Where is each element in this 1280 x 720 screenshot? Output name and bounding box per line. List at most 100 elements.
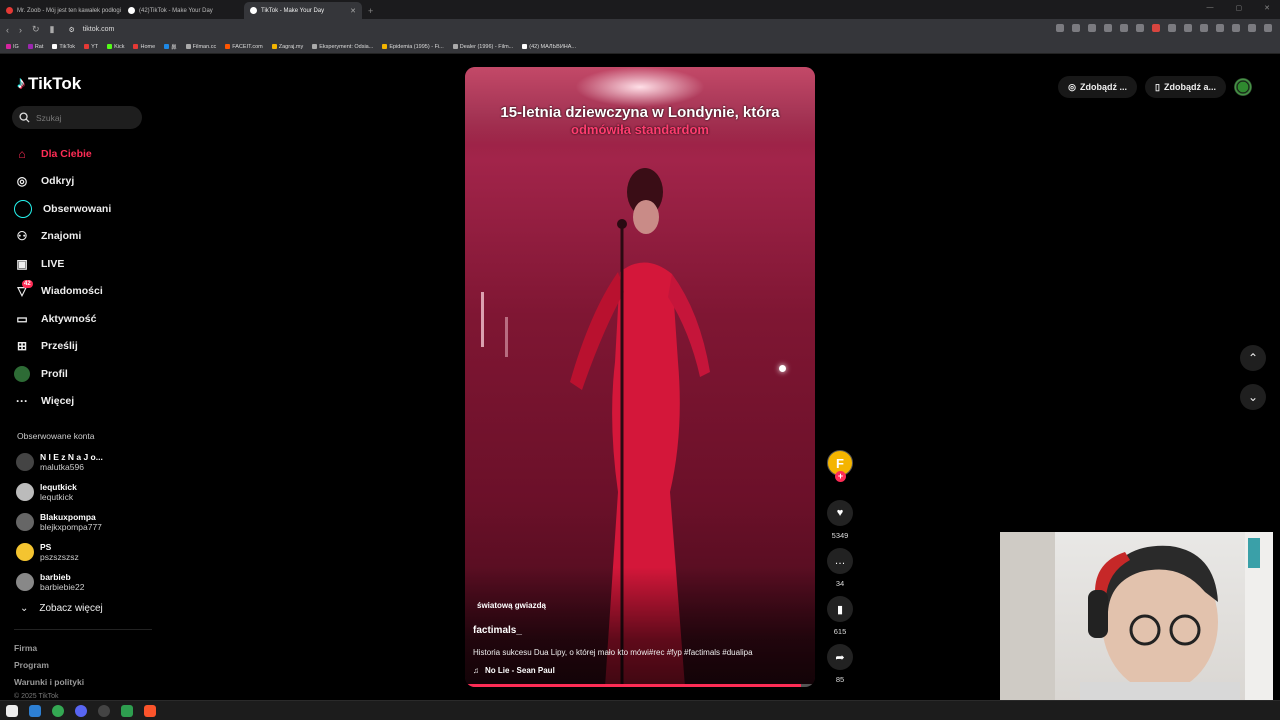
share-button[interactable]: ➦ — [827, 644, 853, 670]
followed-account[interactable]: N I E z N a J o... malutka596 — [16, 452, 156, 472]
followed-account[interactable]: lequtkick lequtkick — [16, 482, 156, 502]
bookmark-item[interactable]: Rat — [27, 44, 43, 50]
nav-item-aktywnosc[interactable]: ▭ Aktywność — [14, 305, 164, 333]
stage-beam — [481, 292, 484, 347]
site-info-icon[interactable]: ⚙ — [69, 26, 75, 34]
menu-icon[interactable] — [1264, 24, 1272, 32]
chrome-icon[interactable] — [52, 704, 64, 717]
minimize-icon[interactable]: — — [1207, 4, 1214, 12]
more-icon: ··· — [16, 394, 28, 409]
forward-icon[interactable]: › — [19, 25, 22, 35]
video-actions: F + ♥ 5349 … 34 ▮ 615 ➦ 85 — [824, 450, 856, 692]
extension-icon[interactable] — [1072, 24, 1080, 32]
zoom-icon[interactable] — [1104, 24, 1112, 32]
video-player[interactable]: 15-letnia dziewczyna w Londynie, która o… — [465, 67, 815, 687]
bookmark-item[interactable]: Home — [133, 44, 155, 50]
app-icon[interactable] — [121, 704, 133, 717]
bookmark-icon — [382, 44, 388, 49]
footer-link-program[interactable]: Program — [14, 660, 49, 670]
bookmark-item[interactable]: ⿐ — [164, 43, 177, 51]
bookmark-item[interactable]: Epidemia (1995) - Fi... — [382, 44, 444, 50]
phone-icon: ▯ — [1155, 81, 1160, 92]
share-icon[interactable] — [1120, 24, 1128, 32]
followed-account[interactable]: Blakuxpompa blejkxpompa777 — [16, 512, 156, 532]
video-progress-fill — [465, 684, 801, 687]
back-icon[interactable]: ‹ — [6, 25, 9, 35]
tiktok-logo[interactable]: ♪ TikTok — [17, 74, 81, 94]
close-window-icon[interactable]: ✕ — [1264, 4, 1270, 12]
extension-icon[interactable] — [1136, 24, 1144, 32]
extension-icon[interactable] — [1168, 24, 1176, 32]
user-avatar[interactable] — [1234, 78, 1252, 96]
bookmark-item[interactable]: (42) МАЛЬВИНА... — [522, 44, 576, 50]
divider — [14, 629, 152, 630]
save-count: 615 — [833, 627, 847, 636]
bookmark-icon — [185, 44, 191, 49]
brave-shield-icon[interactable] — [1152, 24, 1160, 32]
bookmark-icon — [225, 44, 231, 49]
url-field[interactable]: ⚙ tiktok.com — [69, 26, 115, 34]
nav-item-znajomi[interactable]: ⚇ Znajomi — [14, 223, 164, 251]
extension-icon[interactable] — [1216, 24, 1224, 32]
followed-account[interactable]: PS pszszszsz — [16, 542, 156, 562]
reload-icon[interactable]: ↻ — [32, 24, 40, 35]
search-input[interactable]: Szukaj — [12, 106, 142, 129]
browser-tab-active[interactable]: TikTok - Make Your Day ✕ — [244, 2, 362, 19]
bookmark-icon — [84, 44, 90, 49]
obs-icon[interactable] — [98, 704, 110, 717]
video-author[interactable]: factimals_ — [473, 625, 522, 636]
nav-item-wiadomosci[interactable]: ▽ 42 Wiadomości — [14, 278, 164, 306]
save-button[interactable]: ▮ — [827, 596, 853, 622]
discord-icon[interactable] — [75, 704, 87, 717]
download-icon[interactable] — [1200, 24, 1208, 32]
nav-item-live[interactable]: ▣ LIVE — [14, 250, 164, 278]
brave-icon[interactable] — [144, 704, 156, 717]
bookmark-item[interactable]: Zagraj.my — [271, 44, 303, 50]
extension-icon[interactable] — [1056, 24, 1064, 32]
nav-item-dla-ciebie[interactable]: ⌂ Dla Ciebie — [14, 140, 164, 168]
maximize-icon[interactable]: ▢ — [1236, 4, 1243, 12]
followed-account[interactable]: barbieb barbiebie22 — [16, 572, 156, 592]
extension-icon[interactable] — [1184, 24, 1192, 32]
bookmark-icon[interactable]: ▮ — [50, 24, 55, 35]
bookmark-item[interactable]: Dealer (1996) - Film... — [452, 44, 513, 50]
comment-button[interactable]: … — [827, 548, 853, 574]
browser-tab[interactable]: Mr. Zoob - Mój jest ten kawałek podłogi — [0, 2, 122, 19]
app-icon[interactable] — [29, 704, 41, 717]
next-video-button[interactable]: ⌄ — [1240, 384, 1266, 410]
nav-item-wiecej[interactable]: ··· Więcej — [14, 388, 164, 416]
get-app-button[interactable]: ▯ Zdobądź a... — [1145, 76, 1226, 98]
extension-icon[interactable] — [1248, 24, 1256, 32]
bookmark-item[interactable]: IG — [6, 44, 19, 50]
bookmark-item[interactable]: FACEIT.com — [225, 44, 263, 50]
get-coins-button[interactable]: ◎ Zdobądź ... — [1058, 76, 1138, 98]
footer-link-firma[interactable]: Firma — [14, 643, 37, 653]
extension-icon[interactable] — [1232, 24, 1240, 32]
like-button[interactable]: ♥ — [827, 500, 853, 526]
footer-link-terms[interactable]: Warunki i polityki — [14, 677, 84, 687]
nav-item-odkryj[interactable]: ◎ Odkryj — [14, 168, 164, 196]
previous-video-button[interactable]: ⌃ — [1240, 345, 1266, 371]
followed-accounts-heading: Obserwowane konta — [17, 431, 95, 441]
search-icon — [19, 112, 30, 123]
see-more-button[interactable]: ⌄ Zobacz więcej — [20, 603, 103, 614]
nav-item-przeslij[interactable]: ⊞ Prześlij — [14, 333, 164, 361]
browser-tab[interactable]: (42)TikTok - Make Your Day — [122, 2, 244, 19]
video-progress-bar[interactable] — [465, 684, 815, 687]
extension-icon[interactable] — [1088, 24, 1096, 32]
nav-item-obserwowani[interactable]: Obserwowani — [14, 195, 164, 223]
follow-plus-icon[interactable]: + — [835, 471, 846, 482]
close-tab-icon[interactable]: ✕ — [350, 7, 356, 15]
nav-item-profil[interactable]: Profil — [14, 360, 164, 388]
bookmark-item[interactable]: Filman.cc — [185, 44, 216, 50]
bookmark-item[interactable]: YT — [84, 44, 98, 50]
creator-avatar[interactable]: F + — [827, 450, 853, 482]
bookmark-icon — [133, 44, 139, 49]
bookmark-item[interactable]: Eksperyment: Odsia... — [312, 44, 373, 50]
bookmark-item[interactable]: Kick — [107, 44, 124, 50]
bookmark-item[interactable]: TikTok — [52, 44, 75, 50]
windows-start-icon[interactable] — [6, 704, 18, 717]
video-music[interactable]: ♫ No Lie - Sean Paul — [473, 666, 555, 675]
avatar — [16, 513, 34, 531]
new-tab-button[interactable]: + — [368, 2, 373, 19]
